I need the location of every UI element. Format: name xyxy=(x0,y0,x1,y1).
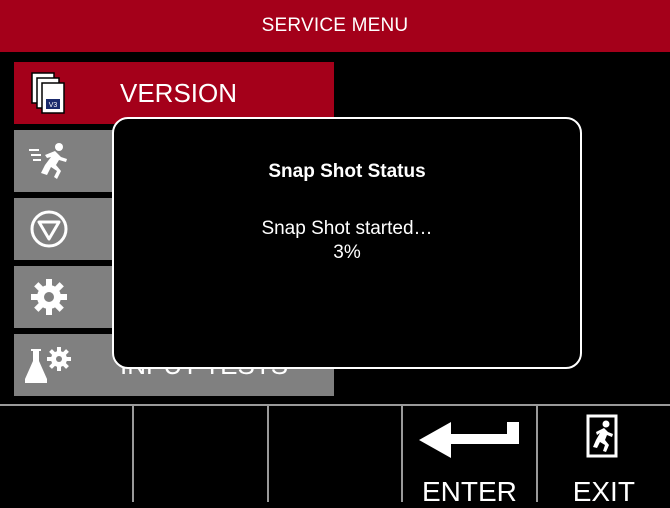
softkey-bar: ENTER EXIT xyxy=(0,404,670,507)
flask-gear-icon xyxy=(14,334,84,396)
stop-triangle-icon xyxy=(14,198,84,260)
softkey-2[interactable] xyxy=(134,406,269,502)
snapshot-status-dialog: Snap Shot Status Snap Shot started… 3% xyxy=(112,117,582,369)
exit-label: EXIT xyxy=(572,476,635,507)
menu-item-label: VERSION xyxy=(120,77,238,108)
dialog-message: Snap Shot started… xyxy=(261,218,433,239)
dialog-title: Snap Shot Status xyxy=(268,161,426,182)
gear-icon xyxy=(14,266,84,328)
exit-button[interactable]: EXIT xyxy=(538,406,670,507)
svg-text:V3: V3 xyxy=(49,102,58,109)
progress-percent: 3% xyxy=(333,242,361,263)
enter-button[interactable]: ENTER xyxy=(403,406,538,507)
softkey-1[interactable] xyxy=(0,406,135,502)
running-person-icon xyxy=(14,130,84,192)
page-title: SERVICE MENU xyxy=(261,15,409,36)
enter-label: ENTER xyxy=(421,476,517,507)
menu-item-version[interactable]: V3 VERSION xyxy=(14,62,334,124)
exit-door-icon xyxy=(586,414,618,458)
version-document-icon: V3 xyxy=(14,62,84,124)
header-bar: SERVICE MENU xyxy=(0,0,670,58)
softkey-3[interactable] xyxy=(269,406,404,502)
enter-arrow-icon xyxy=(419,422,520,458)
